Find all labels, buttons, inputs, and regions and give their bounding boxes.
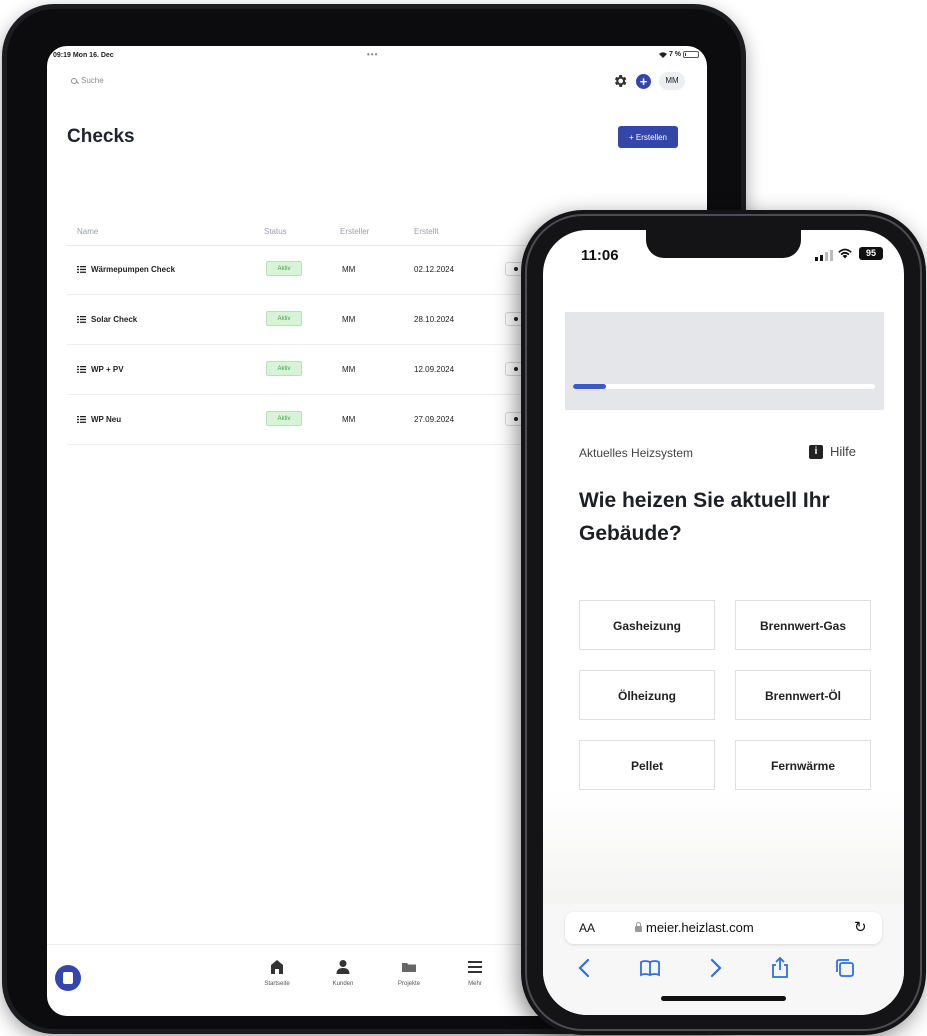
text-size-button[interactable]: AA	[579, 921, 595, 935]
option-gasheizung[interactable]: Gasheizung	[579, 600, 715, 650]
info-icon: i	[809, 444, 823, 459]
tabs-icon[interactable]	[833, 956, 857, 980]
tablet-status-time: 09:19 Mon 16. Dec	[53, 52, 114, 59]
section-label: Aktuelles Heizsystem	[579, 446, 694, 460]
created-date-cell: 12.09.2024	[414, 365, 455, 374]
multitasking-dots[interactable]: •••	[367, 50, 378, 59]
list-icon	[77, 316, 86, 323]
phone-device: 11:06 95 Aktuelles Heizsystem i Hilfe Wi…	[521, 210, 926, 1035]
search-icon	[71, 77, 77, 84]
nav-label: Startseite	[264, 981, 290, 987]
check-name[interactable]: WP Neu	[77, 415, 121, 424]
gear-icon[interactable]	[612, 73, 628, 89]
user-icon	[336, 960, 350, 974]
forward-icon[interactable]	[703, 956, 727, 980]
search-placeholder: Suche	[81, 76, 104, 85]
phone-notch	[646, 230, 801, 258]
created-date-cell: 27.09.2024	[414, 415, 455, 424]
progress-bar	[573, 384, 875, 389]
reload-icon[interactable]: ↻	[854, 918, 867, 936]
check-name[interactable]: WP + PV	[77, 365, 124, 374]
url-display[interactable]: meier.heizlast.com	[635, 920, 754, 935]
page-title: Checks	[67, 126, 135, 147]
chat-button[interactable]	[55, 965, 81, 991]
check-name-label: Wärmepumpen Check	[91, 265, 176, 274]
background-fade	[543, 790, 904, 910]
created-date-cell: 28.10.2024	[414, 315, 455, 324]
check-name[interactable]: Solar Check	[77, 315, 137, 324]
search-input[interactable]: Suche	[71, 76, 104, 85]
creator-cell: MM	[342, 265, 356, 274]
option-pellet[interactable]: Pellet	[579, 740, 715, 790]
home-indicator[interactable]	[661, 996, 786, 1001]
create-button[interactable]: + Erstellen	[618, 126, 678, 148]
column-header-created[interactable]: Erstellt	[414, 227, 438, 236]
nav-item-startseite[interactable]: Startseite	[255, 959, 299, 987]
hero-banner	[565, 312, 884, 410]
bookmarks-icon[interactable]	[638, 956, 662, 980]
column-header-creator[interactable]: Ersteller	[340, 227, 369, 236]
url-text: meier.heizlast.com	[646, 920, 754, 935]
status-badge: Aktiv	[266, 311, 302, 326]
nav-item-mehr[interactable]: Mehr	[453, 959, 497, 987]
share-icon[interactable]	[768, 956, 792, 980]
option-fernwaerme[interactable]: Fernwärme	[735, 740, 871, 790]
folder-icon	[402, 963, 416, 972]
status-badge: Aktiv	[266, 361, 302, 376]
list-icon	[77, 266, 86, 273]
nav-label: Kunden	[332, 981, 354, 987]
phone-battery: 95	[859, 247, 883, 260]
avatar[interactable]: MM	[659, 72, 685, 90]
status-badge: Aktiv	[266, 411, 302, 426]
check-name-label: WP Neu	[91, 415, 122, 424]
signal-icon	[815, 250, 833, 261]
phone-status-time: 11:06	[581, 247, 619, 264]
menu-icon	[468, 961, 482, 973]
phone-screen: 11:06 95 Aktuelles Heizsystem i Hilfe Wi…	[543, 230, 904, 1015]
help-button[interactable]: i Hilfe	[809, 444, 856, 459]
creator-cell: MM	[342, 315, 356, 324]
back-icon[interactable]	[573, 956, 597, 980]
nav-label: Projekte	[397, 981, 420, 987]
check-name-label: Solar Check	[91, 315, 138, 324]
help-label: Hilfe	[830, 444, 857, 459]
status-badge: Aktiv	[266, 261, 302, 276]
option-brennwert-oel[interactable]: Brennwert-Öl	[735, 670, 871, 720]
option-brennwert-gas[interactable]: Brennwert-Gas	[735, 600, 871, 650]
tablet-battery-level: 7 %	[668, 51, 681, 58]
creator-cell: MM	[342, 415, 356, 424]
progress-bar-fill	[573, 384, 607, 389]
column-header-name[interactable]: Name	[77, 227, 98, 236]
check-name-label: WP + PV	[91, 365, 124, 374]
question-title: Wie heizen Sie aktuell Ihr Gebäude?	[579, 489, 830, 545]
column-header-status[interactable]: Status	[264, 227, 287, 236]
tablet-status-bar: 09:19 Mon 16. Dec ••• 7 %	[47, 46, 707, 62]
check-name[interactable]: Wärmepumpen Check	[77, 265, 175, 274]
address-bar[interactable]: AA meier.heizlast.com ↻	[565, 912, 882, 944]
list-icon	[77, 366, 86, 373]
created-date-cell: 02.12.2024	[414, 265, 455, 274]
home-icon	[271, 960, 283, 974]
option-oelheizung[interactable]: Ölheizung	[579, 670, 715, 720]
header-tools: + MM	[612, 72, 685, 90]
battery-icon	[683, 51, 699, 58]
tablet-battery: 7 %	[658, 51, 699, 58]
add-circle-icon[interactable]: +	[636, 73, 651, 89]
wifi-icon	[658, 51, 667, 58]
nav-item-projekte[interactable]: Projekte	[387, 959, 431, 987]
list-icon	[77, 416, 86, 423]
wifi-icon	[838, 248, 852, 259]
browser-toolbar	[543, 956, 904, 986]
nav-label: Mehr	[468, 981, 482, 987]
creator-cell: MM	[342, 365, 356, 374]
lock-icon	[635, 922, 642, 932]
nav-item-kunden[interactable]: Kunden	[321, 959, 365, 987]
